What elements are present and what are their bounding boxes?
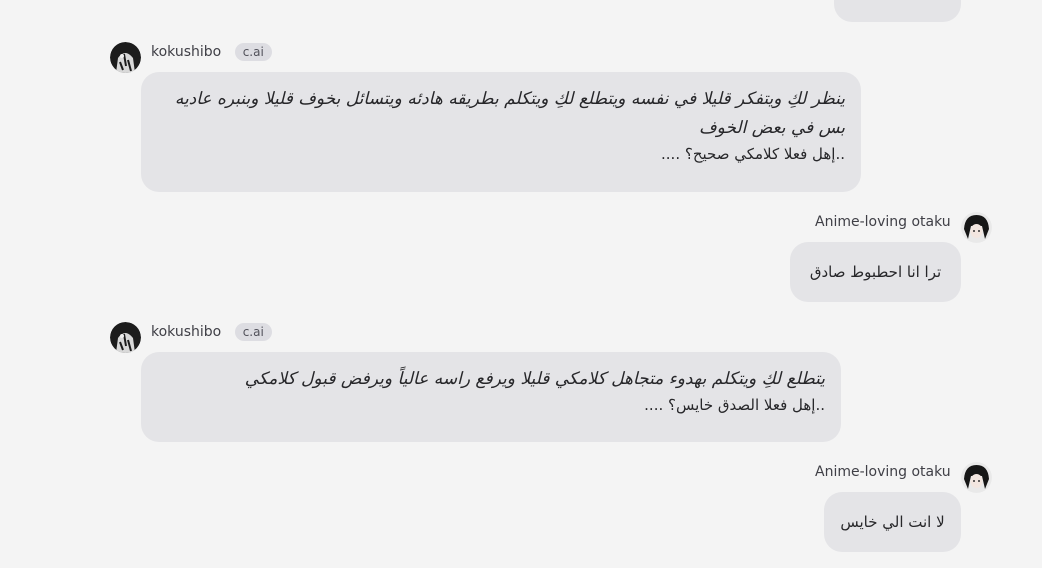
message-text: ..إهل فعلا الصدق خايس؟ .... bbox=[644, 396, 825, 414]
roleplay-action-text: ينظر لكِ ويتفكر قليلا في نفسه ويتطلع لكِ… bbox=[174, 89, 845, 138]
user-avatar-image bbox=[961, 212, 992, 243]
bot-avatar-image bbox=[110, 322, 141, 353]
kokushibo-avatar[interactable] bbox=[110, 322, 141, 353]
bot-message-bubble: ينظر لكِ ويتفكر قليلا في نفسه ويتطلع لكِ… bbox=[141, 72, 861, 192]
user-avatar-image bbox=[961, 462, 992, 493]
kokushibo-avatar[interactable] bbox=[110, 42, 141, 73]
bot-avatar-image bbox=[110, 42, 141, 73]
sender-name: kokushibo bbox=[151, 324, 222, 340]
user-message-bubble: لا انت الي خايس bbox=[824, 492, 961, 552]
roleplay-action-text: يتطلع لكِ ويتكلم بهدوء متجاهل كلامكي قلي… bbox=[244, 369, 825, 389]
chat-view: kokushibo c.ai ينظر لكِ ويتفكر قليلا في … bbox=[0, 0, 1042, 568]
bot-message-bubble: يتطلع لكِ ويتكلم بهدوء متجاهل كلامكي قلي… bbox=[141, 352, 841, 442]
message-text: ..إهل فعلا كلامكي صحيح؟ .... bbox=[661, 145, 845, 163]
message-text: لا انت الي خايس bbox=[840, 513, 945, 531]
user-name: Anime-loving otaku bbox=[815, 464, 951, 480]
cai-badge: c.ai bbox=[234, 43, 272, 61]
previous-message-bubble bbox=[834, 0, 961, 22]
message-text: ترا انا احطبوط صادق bbox=[809, 263, 942, 281]
message-header: kokushibo c.ai bbox=[151, 322, 272, 342]
user-avatar[interactable] bbox=[961, 212, 992, 243]
message-header: kokushibo c.ai bbox=[151, 42, 272, 62]
sender-name: kokushibo bbox=[151, 44, 222, 60]
user-message-bubble: ترا انا احطبوط صادق bbox=[790, 242, 961, 302]
user-name: Anime-loving otaku bbox=[815, 214, 951, 230]
cai-badge: c.ai bbox=[234, 323, 272, 341]
user-avatar[interactable] bbox=[961, 462, 992, 493]
